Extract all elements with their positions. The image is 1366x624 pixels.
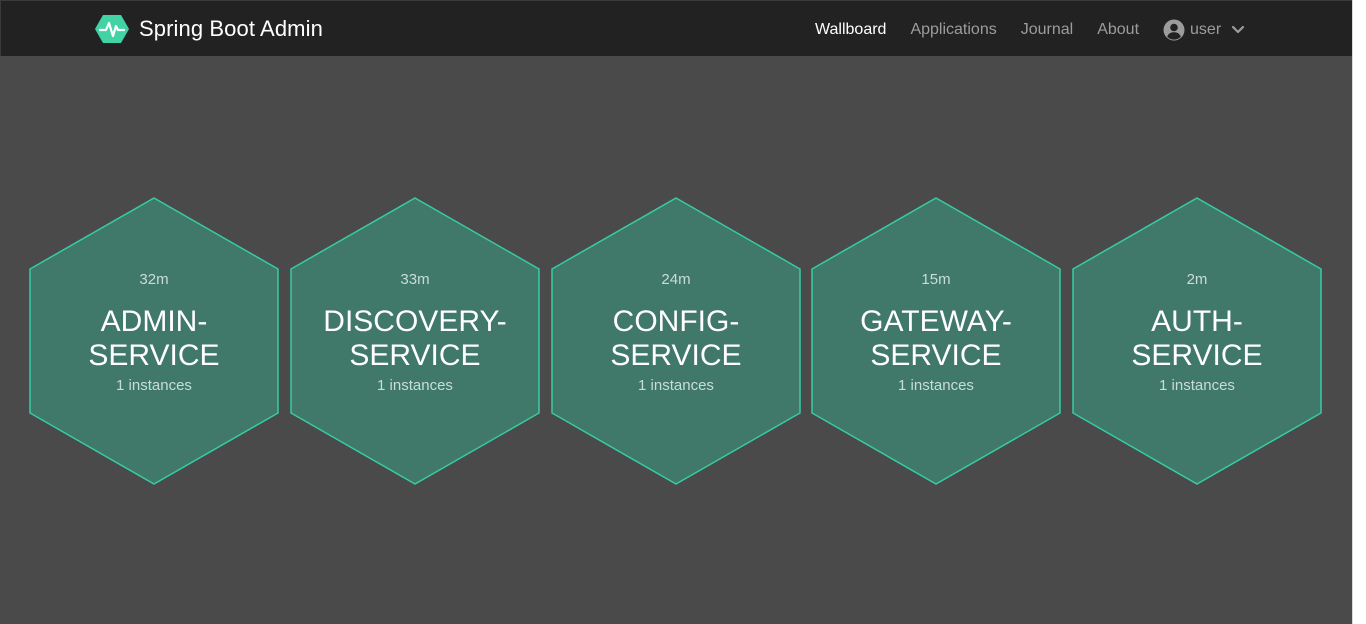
application-uptime: 15m bbox=[921, 271, 951, 288]
nav-menu: Wallboard Applications Journal About use… bbox=[803, 17, 1245, 43]
user-circle-icon bbox=[1163, 19, 1185, 41]
application-instances: 1 instances bbox=[898, 377, 974, 394]
window-edge bbox=[1352, 0, 1366, 624]
brand-link[interactable]: Spring Boot Admin bbox=[95, 13, 323, 45]
nav-journal[interactable]: Journal bbox=[1021, 21, 1073, 39]
user-label: user bbox=[1190, 21, 1222, 38]
application-name: AUTH- SERVICE bbox=[1131, 305, 1263, 372]
application-hex-admin-service[interactable]: 32m ADMIN- SERVICE 1 instances bbox=[29, 197, 279, 485]
application-uptime: 2m bbox=[1186, 271, 1208, 288]
application-name: DISCOVERY- SERVICE bbox=[323, 305, 507, 372]
application-uptime: 24m bbox=[661, 271, 691, 288]
nav-about[interactable]: About bbox=[1097, 21, 1139, 39]
application-name: GATEWAY- SERVICE bbox=[860, 305, 1012, 372]
nav-wallboard[interactable]: Wallboard bbox=[815, 21, 886, 39]
chevron-down-icon bbox=[1232, 25, 1245, 34]
brand-title: Spring Boot Admin bbox=[139, 16, 323, 41]
application-hex-auth-service[interactable]: 2m AUTH- SERVICE 1 instances bbox=[1072, 197, 1322, 485]
application-instances: 1 instances bbox=[377, 377, 453, 394]
app-window: Spring Boot Admin Wallboard Applications… bbox=[0, 0, 1352, 624]
application-hex-discovery-service[interactable]: 33m DISCOVERY- SERVICE 1 instances bbox=[290, 197, 540, 485]
application-instances: 1 instances bbox=[116, 377, 192, 394]
application-instances: 1 instances bbox=[638, 377, 714, 394]
nav-applications[interactable]: Applications bbox=[910, 21, 996, 39]
application-hex-config-service[interactable]: 24m CONFIG- SERVICE 1 instances bbox=[551, 197, 801, 485]
wallboard: 32m ADMIN- SERVICE 1 instances 33m DISCO… bbox=[0, 56, 1352, 624]
application-hex-gateway-service[interactable]: 15m GATEWAY- SERVICE 1 instances bbox=[811, 197, 1061, 485]
user-menu[interactable]: user bbox=[1163, 19, 1245, 41]
application-name: ADMIN- SERVICE bbox=[88, 305, 220, 372]
application-name: CONFIG- SERVICE bbox=[610, 305, 742, 372]
application-uptime: 33m bbox=[400, 271, 430, 288]
heartbeat-hexagon-icon bbox=[95, 15, 129, 43]
top-navbar: Spring Boot Admin Wallboard Applications… bbox=[0, 0, 1352, 56]
application-uptime: 32m bbox=[139, 271, 169, 288]
application-instances: 1 instances bbox=[1159, 377, 1235, 394]
